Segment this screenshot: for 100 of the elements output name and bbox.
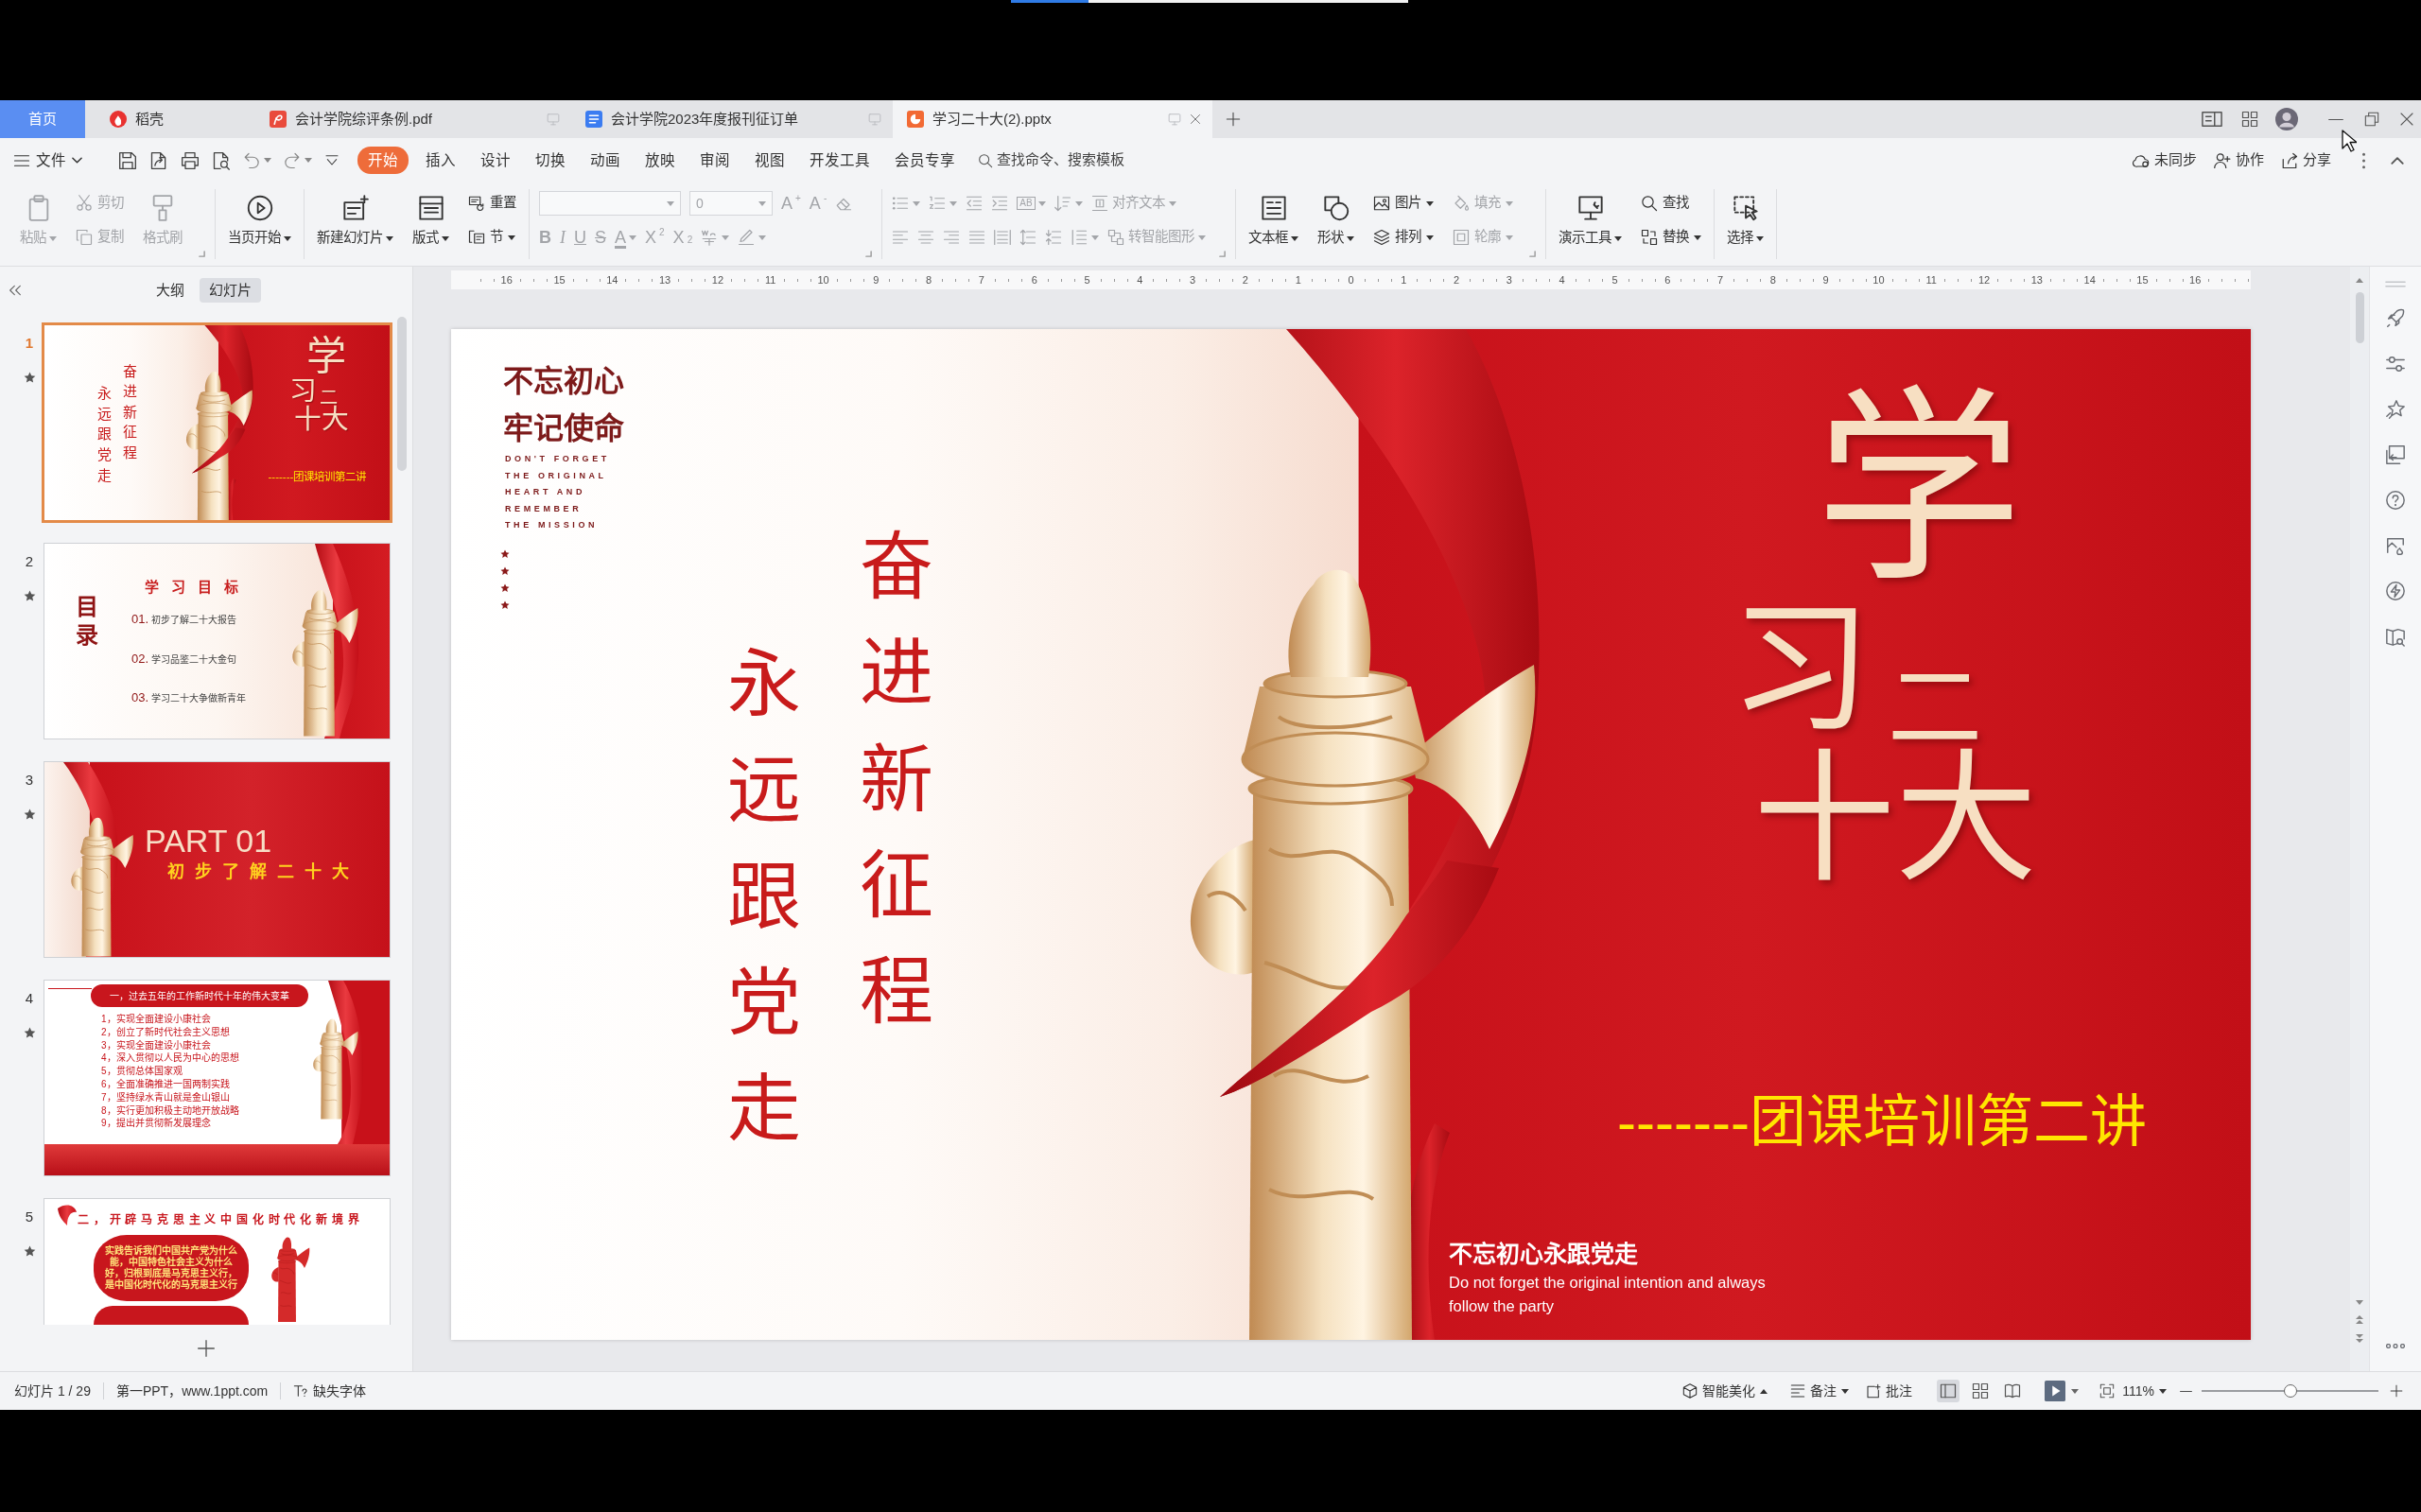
sync-status-button[interactable]: 未同步 xyxy=(2133,149,2197,171)
comments-button[interactable]: 批注 xyxy=(1866,1381,1913,1401)
contents-heading: 目录 xyxy=(76,593,98,650)
slide-thumbnail[interactable]: 目录 学习目标 01. 初步了解二十大报告 02. 学习品鉴二十大金句 03. 学习二十大争做新青年 xyxy=(44,543,391,739)
document-tab[interactable]: 稻壳 xyxy=(96,100,255,138)
menu-tab[interactable]: 视图 xyxy=(747,146,792,175)
command-search-field[interactable]: 查找命令、搜索模板 xyxy=(997,149,1139,171)
missing-fonts-button[interactable]: 缺失字体 xyxy=(293,1381,367,1401)
dialog-launcher-icon[interactable] xyxy=(865,251,873,257)
save-icon[interactable] xyxy=(118,150,137,170)
document-tab[interactable]: 会计学院综评条例.pdf xyxy=(255,100,571,138)
menu-tab[interactable]: 切换 xyxy=(528,146,573,175)
switch-window-icon[interactable] xyxy=(2385,444,2406,465)
menu-tab[interactable]: 审阅 xyxy=(692,146,738,175)
scrollbar-thumb[interactable] xyxy=(397,317,408,471)
restore-icon[interactable] xyxy=(2364,112,2379,127)
slider-thumb[interactable] xyxy=(2283,1384,2297,1398)
close-icon[interactable] xyxy=(1190,113,1201,125)
normal-view-icon[interactable] xyxy=(1937,1380,1960,1402)
sparkle-star-icon[interactable] xyxy=(2385,399,2406,420)
minus-icon[interactable] xyxy=(2180,1389,2192,1393)
panel-layout-icon[interactable] xyxy=(2202,109,2222,130)
rocket-icon[interactable] xyxy=(2385,308,2406,329)
caret-icon[interactable] xyxy=(2071,1388,2080,1394)
arrange-button[interactable]: 排列 xyxy=(1370,226,1437,249)
share-button[interactable]: 分享 xyxy=(2281,149,2331,171)
pane-tab[interactable]: 幻灯片 xyxy=(200,277,261,304)
avatar-icon[interactable] xyxy=(2275,108,2298,130)
star-icon xyxy=(500,566,510,576)
layout-button[interactable]: 版式 xyxy=(409,192,452,246)
text-box-button[interactable]: 文本框 xyxy=(1245,192,1302,246)
document-tab[interactable]: 会计学院2023年度报刊征订单 xyxy=(571,100,893,138)
more-vertical-icon[interactable] xyxy=(2361,151,2366,169)
plus-icon[interactable] xyxy=(197,1338,216,1358)
fit-window-icon[interactable] xyxy=(2099,1383,2116,1399)
more-icon[interactable] xyxy=(2386,1344,2405,1348)
shape-button[interactable]: 形状 xyxy=(1315,192,1358,246)
book-search-icon[interactable] xyxy=(2385,626,2406,647)
dialog-launcher-icon[interactable] xyxy=(199,251,205,257)
caret-icon[interactable] xyxy=(264,158,271,163)
select-button[interactable]: 选择 xyxy=(1724,192,1768,246)
notes-button[interactable]: 备注 xyxy=(1790,1381,1850,1401)
ruler-number: 14 xyxy=(604,274,620,286)
undo-icon[interactable] xyxy=(243,151,260,169)
plus-icon[interactable] xyxy=(1226,112,1241,127)
list-item: 2，创立了新时代社会主义思想 xyxy=(101,1025,231,1039)
find-button[interactable]: 查找 xyxy=(1638,192,1705,215)
chevron-up-icon[interactable] xyxy=(2391,156,2404,165)
page-down-icon[interactable] xyxy=(2356,1334,2363,1343)
menu-tab[interactable]: 设计 xyxy=(473,146,518,175)
caret-up-icon[interactable] xyxy=(2356,278,2363,283)
picture-button[interactable]: 图片 xyxy=(1370,192,1437,215)
collapse-icon[interactable] xyxy=(8,283,23,298)
page-up-icon[interactable] xyxy=(2356,1315,2363,1324)
ruler-number: 16 xyxy=(2187,274,2203,286)
collaborate-button[interactable]: 协作 xyxy=(2214,149,2264,171)
play-from-current-button[interactable]: 当页开始 xyxy=(225,192,294,246)
replace-button[interactable]: 替换 xyxy=(1638,226,1705,249)
minimize-icon[interactable] xyxy=(2328,117,2343,121)
file-menu[interactable]: 文件 xyxy=(13,148,82,172)
caret-icon[interactable] xyxy=(305,158,312,163)
printer-icon[interactable] xyxy=(181,150,200,170)
menu-tab[interactable]: 动画 xyxy=(583,146,628,175)
reset-button[interactable]: 重置 xyxy=(465,192,519,215)
section-button[interactable]: 节 xyxy=(465,226,519,249)
dialog-launcher-icon[interactable] xyxy=(1529,251,1537,257)
presentation-tools-button[interactable]: 演示工具 xyxy=(1556,192,1626,246)
grid-icon[interactable] xyxy=(2241,111,2258,128)
redo-icon[interactable] xyxy=(284,151,301,169)
picture-edit-icon[interactable] xyxy=(2385,535,2406,556)
slide-thumbnail[interactable]: PART 01 初步了解二十大 xyxy=(44,761,391,958)
dialog-launcher-icon[interactable] xyxy=(1219,251,1227,257)
slide-thumbnail[interactable]: 一，过去五年的工作新时代十年的伟大变革 1，实现全面建设小康社会 2，创立了新时代社会主义思想 3，实现全面建设小康社会 4，深入贯彻以人民为中心的思想 5，贯彻总体国家观 6，全面准确推进一国两制实践 7，坚持绿水青山就是金山银山 8，实行更加积极主动地开放战略 9，提出并贯彻新发展理念 xyxy=(44,980,391,1176)
export-icon[interactable] xyxy=(149,150,168,170)
selection-icon xyxy=(1732,195,1759,221)
close-icon[interactable] xyxy=(2399,112,2414,127)
sliders-icon[interactable] xyxy=(2385,354,2406,374)
menu-tab[interactable]: 开发工具 xyxy=(802,146,878,175)
pane-tab[interactable]: 大纲 xyxy=(150,277,190,304)
slide-thumbnail[interactable]: 二，开辟马克思主义中国化时代化新境界 实践告诉我们中国共产党为什么能，中国特色社会主义为什么好，归根到底是马克思主义行，是中国化时代化的马克思主义行 xyxy=(44,1198,391,1325)
lightning-icon[interactable] xyxy=(2385,581,2406,601)
plus-icon[interactable] xyxy=(2390,1384,2403,1398)
menu-tab[interactable]: 会员专享 xyxy=(887,146,963,175)
help-icon[interactable] xyxy=(2385,490,2406,511)
menu-tab[interactable]: 插入 xyxy=(418,146,463,175)
title-text: 十大 xyxy=(294,406,350,433)
scrollbar-track[interactable] xyxy=(2350,267,2369,1371)
new-slide-button[interactable]: 新建幻灯片 xyxy=(314,192,396,246)
menu-tab[interactable]: 放映 xyxy=(637,146,683,175)
play-icon[interactable] xyxy=(2045,1381,2066,1401)
caret-icon[interactable] xyxy=(2356,1300,2363,1305)
document-tab[interactable]: 学习二十大(2).pptx xyxy=(893,100,1212,138)
smart-beautify-button[interactable]: 智能美化 xyxy=(1682,1381,1768,1401)
zoom-level-button[interactable]: 111% xyxy=(2122,1381,2167,1401)
search-icon[interactable] xyxy=(978,152,993,168)
print-preview-icon[interactable] xyxy=(212,150,231,170)
outdent-icon xyxy=(966,195,984,212)
part-label: PART 01 xyxy=(145,822,272,860)
distribute-icon xyxy=(994,229,1012,246)
scrollbar-thumb[interactable] xyxy=(2355,292,2364,343)
